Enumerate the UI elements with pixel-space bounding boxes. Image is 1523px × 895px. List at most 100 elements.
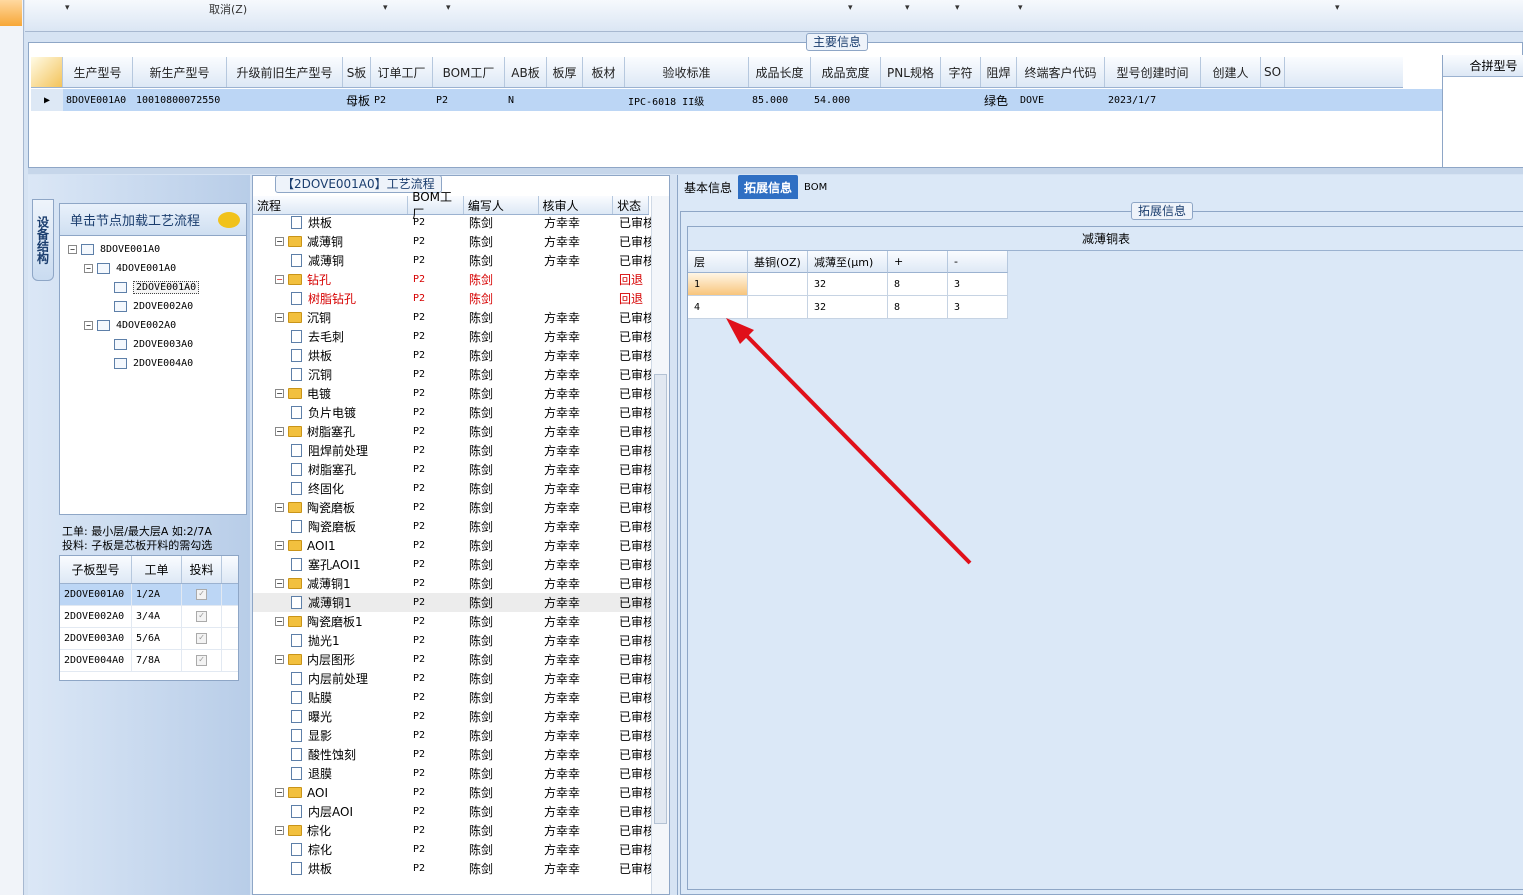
column-header[interactable]: S板 [343,57,371,87]
column-header[interactable]: 板厚 [547,57,583,87]
collapse-icon[interactable]: − [275,237,284,246]
process-row[interactable]: 内层AOI P2 陈剑 方幸幸 已审核 [253,802,651,821]
cell-bom-factory[interactable]: P2 [409,441,465,460]
cell-thickness[interactable] [547,89,625,111]
cell-minus[interactable]: 3 [948,273,1008,296]
cell-writer[interactable]: 陈剑 [465,840,540,859]
process-row[interactable]: − 钻孔 P2 陈剑 回退 [253,270,651,289]
cell-writer[interactable]: 陈剑 [465,707,540,726]
cell-writer[interactable]: 陈剑 [465,479,540,498]
cell-reviewer[interactable]: 方幸幸 [540,460,615,479]
collapse-icon[interactable]: − [275,579,284,588]
cell-width[interactable]: 54.000 [811,89,881,111]
cell-writer[interactable]: 陈剑 [465,327,540,346]
cell-reviewer[interactable]: 方幸幸 [540,859,615,878]
cell-status[interactable]: 已审核 [615,213,651,232]
process-row[interactable]: 烘板 P2 陈剑 方幸幸 已审核 [253,346,651,365]
process-row[interactable]: 阻焊前处理 P2 陈剑 方幸幸 已审核 [253,441,651,460]
cell-model[interactable]: 8DOVE001A0 [63,89,133,111]
process-name-cell[interactable]: − AOI1 [253,536,409,555]
cell-writer[interactable]: 陈剑 [465,517,540,536]
cell-status[interactable]: 已审核 [615,479,651,498]
process-row[interactable]: − 棕化 P2 陈剑 方幸幸 已审核 [253,821,651,840]
process-row[interactable]: 烘板 P2 陈剑 方幸幸 已审核 [253,859,651,878]
cell-reviewer[interactable]: 方幸幸 [540,650,615,669]
process-name-cell[interactable]: 内层AOI [253,802,409,821]
cell-bom-factory[interactable]: P2 [409,498,465,517]
cell-bom-factory[interactable]: P2 [409,593,465,612]
process-name-cell[interactable]: − 棕化 [253,821,409,840]
collapse-icon[interactable]: − [68,244,77,254]
cell-plus[interactable]: 8 [888,296,948,319]
cell-reviewer[interactable]: 方幸幸 [540,612,615,631]
process-row[interactable]: − 沉铜 P2 陈剑 方幸幸 已审核 [253,308,651,327]
process-row[interactable]: 显影 P2 陈剑 方幸幸 已审核 [253,726,651,745]
column-header[interactable]: 新生产型号 [133,57,227,87]
cell-standard[interactable]: IPC-6018 II级 [625,89,749,111]
cell-status[interactable]: 已审核 [615,593,651,612]
cell-bom-factory[interactable]: P2 [409,346,465,365]
process-row[interactable]: − AOI P2 陈剑 方幸幸 已审核 [253,783,651,802]
cell-reviewer[interactable]: 方幸幸 [540,840,615,859]
cell-reviewer[interactable]: 方幸幸 [540,745,615,764]
collapse-icon[interactable]: − [275,503,284,512]
column-header[interactable]: 验收标准 [625,57,749,87]
chevron-down-icon[interactable]: ▾ [905,3,910,13]
column-header[interactable]: 升级前旧生产型号 [227,57,343,87]
cell-writer[interactable]: 陈剑 [465,251,540,270]
process-name-cell[interactable]: − 钻孔 [253,270,409,289]
collapse-icon[interactable]: − [275,313,284,322]
cell-minus[interactable]: 3 [948,296,1008,319]
cell-bom-factory[interactable]: P2 [409,251,465,270]
cell-writer[interactable]: 陈剑 [465,422,540,441]
cell-length[interactable]: 85.000 [749,89,811,111]
cell-reviewer[interactable]: 方幸幸 [540,441,615,460]
table-row[interactable]: 4 32 8 3 [688,296,1008,319]
process-row[interactable]: 减薄铜 P2 陈剑 方幸幸 已审核 [253,251,651,270]
cell-bom-factory[interactable]: P2 [409,232,465,251]
process-row[interactable]: 烘板 P2 陈剑 方幸幸 已审核 [253,213,651,232]
process-name-cell[interactable]: 内层前处理 [253,669,409,688]
select-all-corner[interactable] [31,57,63,87]
cell-mask[interactable]: 绿色 [981,89,1017,111]
cell-reviewer[interactable]: 方幸幸 [540,251,615,270]
column-header[interactable]: PNL规格 [881,57,941,87]
cell-status[interactable]: 已审核 [615,802,651,821]
cell-reviewer[interactable]: 方幸幸 [540,422,615,441]
cell-bom-factory[interactable]: P2 [409,859,465,878]
tree-node[interactable]: − 8DOVE001A0 [68,241,160,257]
cell-reviewer[interactable]: 方幸幸 [540,669,615,688]
cell-status[interactable]: 已审核 [615,574,651,593]
process-name-cell[interactable]: − 电镀 [253,384,409,403]
cell-status[interactable]: 已审核 [615,308,651,327]
cell-writer[interactable]: 陈剑 [465,612,540,631]
process-row[interactable]: 负片电镀 P2 陈剑 方幸幸 已审核 [253,403,651,422]
cell-reviewer[interactable]: 方幸幸 [540,384,615,403]
cell-reviewer[interactable]: 方幸幸 [540,821,615,840]
tree-node-selected[interactable]: 2DOVE001A0 [114,279,200,295]
process-scrollbar[interactable] [651,196,669,894]
cell-status[interactable]: 已审核 [615,517,651,536]
process-name-cell[interactable]: − AOI [253,783,409,802]
chevron-down-icon[interactable]: ▾ [1018,3,1023,13]
process-name-cell[interactable]: 负片电镀 [253,403,409,422]
cell-bom-factory[interactable]: P2 [409,802,465,821]
cell-status[interactable]: 回退 [615,270,651,289]
cell-reviewer[interactable]: 方幸幸 [540,536,615,555]
cell-bom-factory[interactable]: P2 [409,631,465,650]
cell-sub-model[interactable]: 2DOVE003A0 [60,628,132,649]
cell-reviewer[interactable]: 方幸幸 [540,764,615,783]
process-row[interactable]: 减薄铜1 P2 陈剑 方幸幸 已审核 [253,593,651,612]
cell-order[interactable]: 3/4A [132,606,182,627]
cell-reviewer[interactable]: 方幸幸 [540,802,615,821]
cell-reviewer[interactable]: 方幸幸 [540,707,615,726]
chevron-down-icon[interactable]: ▾ [848,3,853,13]
cell-status[interactable]: 已审核 [615,783,651,802]
process-row[interactable]: 去毛刺 P2 陈剑 方幸幸 已审核 [253,327,651,346]
column-header[interactable]: 生产型号 [63,57,133,87]
cell-writer[interactable]: 陈剑 [465,441,540,460]
process-name-cell[interactable]: 贴膜 [253,688,409,707]
cell-bom-factory[interactable]: P2 [409,783,465,802]
process-row[interactable]: 陶瓷磨板 P2 陈剑 方幸幸 已审核 [253,517,651,536]
process-row[interactable]: 塞孔AOI1 P2 陈剑 方幸幸 已审核 [253,555,651,574]
